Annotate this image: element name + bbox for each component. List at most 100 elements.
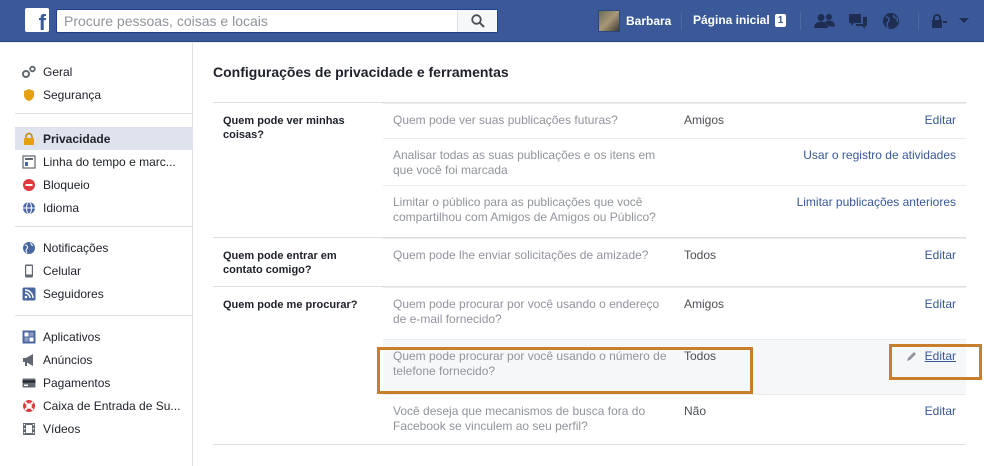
chevron-down-icon[interactable] bbox=[953, 11, 975, 31]
sidebar-item-label: Segurança bbox=[43, 87, 102, 102]
sidebar-group-general: Geral Segurança bbox=[0, 60, 193, 106]
activity-log-link[interactable]: Usar o registro de atividades bbox=[803, 148, 956, 162]
edit-link[interactable]: Editar bbox=[925, 404, 956, 418]
sidebar-item-notificacoes[interactable]: Notificações bbox=[0, 236, 193, 259]
sidebar-item-seguidores[interactable]: Seguidores bbox=[0, 282, 193, 305]
sidebar-item-linha-do-tempo[interactable]: Linha do tempo e marc... bbox=[0, 150, 193, 173]
profile-link[interactable]: Barbara bbox=[598, 10, 671, 32]
setting-question: Você deseja que mecanismos de busca fora… bbox=[393, 404, 646, 433]
settings-sidebar: Geral Segurança Privacidade Linha do tem… bbox=[0, 43, 193, 466]
sidebar-group-notifications: Notificações Celular Seguidores bbox=[0, 236, 193, 305]
sidebar-divider bbox=[15, 113, 192, 114]
sidebar-divider bbox=[15, 226, 192, 227]
settings-page: Geral Segurança Privacidade Linha do tem… bbox=[0, 43, 984, 466]
setting-question: Quem pode procurar por você usando o núm… bbox=[393, 349, 667, 378]
settings-section-who-can-contact: Quem pode entrar em contato comigo? Quem… bbox=[213, 238, 966, 287]
sidebar-group-apps: Aplicativos Anúncios Pagamentos Caixa de… bbox=[0, 325, 193, 440]
friend-requests-icon[interactable] bbox=[814, 11, 836, 31]
settings-section-who-can-see: Quem pode ver minhas coisas? Quem pode v… bbox=[213, 103, 966, 238]
phone-icon bbox=[22, 264, 36, 278]
limit-past-posts-link[interactable]: Limitar publicações anteriores bbox=[797, 195, 956, 209]
search-input[interactable] bbox=[57, 10, 452, 32]
setting-question: Quem pode procurar por você usando o end… bbox=[393, 297, 660, 326]
film-icon bbox=[22, 422, 36, 436]
sidebar-item-label: Privacidade bbox=[43, 131, 111, 146]
edit-phone-lookup-link[interactable]: Editar bbox=[906, 349, 956, 363]
avatar bbox=[598, 10, 620, 32]
facebook-logo[interactable]: f bbox=[25, 8, 49, 32]
sidebar-item-caixa-de-entrada[interactable]: Caixa de Entrada de Su... bbox=[0, 394, 193, 417]
edit-link[interactable]: Editar bbox=[925, 113, 956, 127]
settings-row: Quem pode lhe enviar solicitações de ami… bbox=[383, 238, 966, 286]
sidebar-item-label: Linha do tempo e marc... bbox=[43, 154, 176, 169]
sidebar-item-label: Bloqueio bbox=[43, 177, 90, 192]
shield-icon bbox=[22, 88, 36, 102]
megaphone-icon bbox=[22, 353, 36, 367]
sidebar-item-label: Notificações bbox=[43, 240, 109, 255]
messages-icon[interactable] bbox=[847, 11, 869, 31]
settings-row: Quem pode procurar por você usando o end… bbox=[383, 287, 966, 339]
settings-row: Quem pode ver suas publicações futuras? … bbox=[383, 103, 966, 138]
globe-icon bbox=[22, 201, 36, 215]
sidebar-group-privacy: Privacidade Linha do tempo e marc... Blo… bbox=[0, 127, 193, 219]
privacy-settings-table: Quem pode ver minhas coisas? Quem pode v… bbox=[213, 102, 966, 445]
divider bbox=[918, 12, 919, 30]
sidebar-item-label: Idioma bbox=[43, 200, 80, 215]
privacy-shortcuts-icon[interactable] bbox=[928, 11, 950, 31]
globe-notification-icon bbox=[22, 241, 36, 255]
sidebar-item-seguranca[interactable]: Segurança bbox=[0, 83, 193, 106]
setting-question: Quem pode lhe enviar solicitações de ami… bbox=[393, 248, 649, 262]
setting-value: Não bbox=[684, 404, 707, 418]
sidebar-divider bbox=[15, 315, 192, 316]
sidebar-item-label: Aplicativos bbox=[43, 329, 101, 344]
section-label: Quem pode entrar em contato comigo? bbox=[223, 250, 337, 276]
sidebar-item-bloqueio[interactable]: Bloqueio bbox=[0, 173, 193, 196]
timeline-icon bbox=[22, 154, 36, 169]
sidebar-item-label: Caixa de Entrada de Su... bbox=[43, 398, 181, 413]
section-label: Quem pode me procurar? bbox=[223, 299, 358, 311]
home-badge: 1 bbox=[774, 13, 787, 27]
notifications-globe-icon[interactable] bbox=[880, 11, 902, 31]
search-button[interactable] bbox=[457, 10, 497, 32]
setting-value: Todos bbox=[684, 349, 717, 363]
lock-icon bbox=[22, 132, 36, 146]
edit-link[interactable]: Editar bbox=[925, 297, 956, 311]
edit-label: Editar bbox=[924, 349, 956, 363]
apps-icon bbox=[22, 330, 36, 344]
home-label: Página inicial bbox=[693, 13, 770, 27]
sidebar-item-label: Vídeos bbox=[43, 421, 81, 436]
setting-value: Amigos bbox=[684, 297, 725, 311]
sidebar-item-celular[interactable]: Celular bbox=[0, 259, 193, 282]
settings-row-highlighted: Quem pode procurar por você usando o núm… bbox=[383, 339, 966, 394]
setting-question: Quem pode ver suas publicações futuras? bbox=[393, 113, 618, 127]
block-icon bbox=[22, 178, 36, 192]
settings-row: Limitar o público para as publicações qu… bbox=[383, 185, 966, 237]
sidebar-item-privacidade[interactable]: Privacidade bbox=[15, 127, 193, 150]
sidebar-item-aplicativos[interactable]: Aplicativos bbox=[0, 325, 193, 348]
pencil-icon bbox=[906, 351, 916, 361]
gears-icon bbox=[22, 65, 36, 79]
section-label: Quem pode ver minhas coisas? bbox=[223, 115, 345, 141]
setting-value: Todos bbox=[684, 248, 717, 262]
setting-question: Limitar o público para as publicações qu… bbox=[393, 195, 656, 224]
sidebar-item-pagamentos[interactable]: Pagamentos bbox=[0, 371, 193, 394]
sidebar-item-idioma[interactable]: Idioma bbox=[0, 196, 193, 219]
setting-question: Analisar todas as suas publicações e os … bbox=[393, 148, 656, 177]
divider bbox=[800, 12, 801, 30]
divider bbox=[681, 12, 682, 30]
home-link[interactable]: Página inicial 1 bbox=[693, 13, 787, 27]
settings-section-who-can-look-up: Quem pode me procurar? Quem pode procura… bbox=[213, 287, 966, 445]
edit-link[interactable]: Editar bbox=[925, 248, 956, 262]
settings-row: Analisar todas as suas publicações e os … bbox=[383, 138, 966, 185]
page-title: Configurações de privacidade e ferrament… bbox=[213, 64, 509, 80]
sidebar-item-videos[interactable]: Vídeos bbox=[0, 417, 193, 440]
settings-row: Você deseja que mecanismos de busca fora… bbox=[383, 394, 966, 444]
top-bar: f Barbara Página inicial 1 bbox=[0, 0, 984, 42]
card-icon bbox=[22, 376, 36, 390]
sidebar-item-label: Pagamentos bbox=[43, 375, 111, 390]
search-box bbox=[56, 9, 498, 33]
sidebar-item-label: Seguidores bbox=[43, 286, 104, 301]
sidebar-item-anuncios[interactable]: Anúncios bbox=[0, 348, 193, 371]
lifebuoy-icon bbox=[22, 399, 36, 413]
sidebar-item-geral[interactable]: Geral bbox=[0, 60, 193, 83]
